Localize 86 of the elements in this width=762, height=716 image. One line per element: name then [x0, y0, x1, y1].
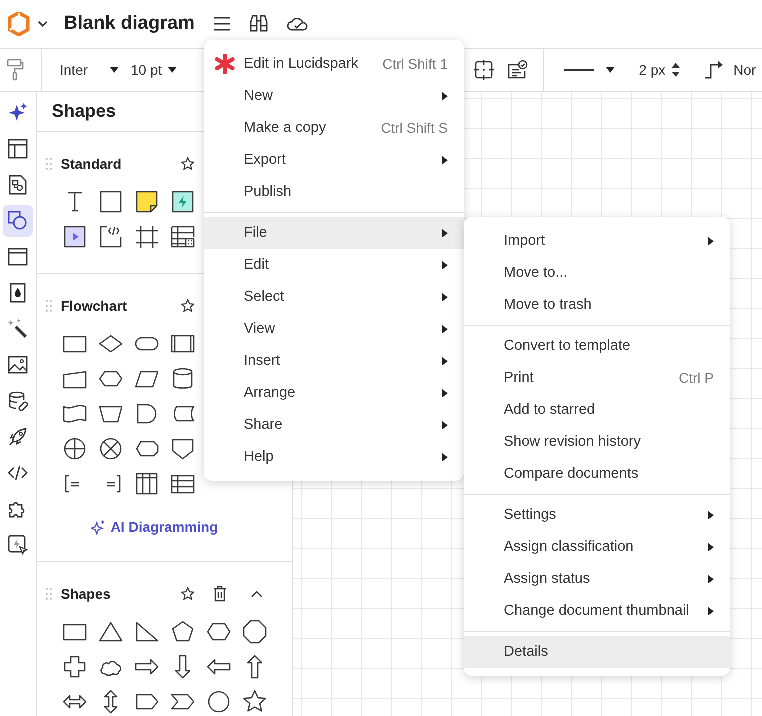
menu-item[interactable]: Publish — [204, 176, 464, 208]
binoculars-icon[interactable] — [248, 14, 269, 34]
star-icon[interactable] — [181, 587, 195, 601]
section-title[interactable]: Standard — [61, 156, 181, 172]
menu-item[interactable]: Move to... — [464, 257, 730, 289]
menu-item[interactable]: Assign status — [464, 563, 730, 595]
database-link-icon — [7, 390, 29, 412]
shapes-tab[interactable] — [3, 205, 33, 237]
logo-icon[interactable] — [8, 12, 30, 36]
ai-diagramming-link[interactable]: AI Diagramming — [37, 515, 292, 539]
menu-item[interactable]: Compare documents — [464, 458, 730, 490]
document-title[interactable]: Blank diagram — [64, 13, 195, 35]
section-title[interactable]: Flowchart — [61, 298, 181, 314]
submenu-arrow-icon — [442, 324, 448, 334]
menu-item[interactable]: Export — [204, 144, 464, 176]
trash-icon[interactable] — [213, 586, 227, 602]
lightning-cursor-icon — [7, 534, 29, 556]
shape-document-icon — [7, 174, 29, 196]
crosshair-box-icon[interactable] — [474, 60, 494, 80]
star-icon[interactable] — [181, 157, 195, 171]
chevron-up-icon[interactable] — [251, 590, 263, 598]
elbow-connector-icon[interactable] — [704, 60, 724, 80]
submenu-arrow-icon — [708, 542, 714, 552]
menu-item[interactable]: Insert — [204, 345, 464, 377]
menu-icon[interactable] — [212, 17, 231, 31]
drag-handle-icon[interactable] — [46, 158, 52, 170]
menu-item[interactable]: Assign classification — [464, 531, 730, 563]
menu-item[interactable]: Make a copy Ctrl Shift S — [204, 112, 464, 144]
rocket-icon — [7, 426, 29, 448]
caret-down-icon[interactable] — [606, 67, 616, 73]
section-title[interactable]: Shapes — [61, 586, 181, 602]
caret-down-icon[interactable] — [110, 67, 120, 73]
submenu-arrow-icon — [708, 236, 714, 246]
submenu-arrow-icon — [708, 606, 714, 616]
font-dropdown[interactable]: Inter — [60, 62, 88, 78]
submenu-arrow-icon — [442, 156, 448, 164]
shapes-icon — [7, 210, 29, 232]
font-size-dropdown[interactable]: 10 pt — [131, 62, 162, 78]
submenu-arrow-icon — [442, 452, 448, 462]
menu-item[interactable]: Details — [464, 636, 730, 668]
menu-item[interactable]: Select — [204, 281, 464, 313]
panel-title: Shapes — [52, 101, 116, 122]
submenu-arrow-icon — [442, 292, 448, 302]
submenu-arrow-icon — [442, 228, 448, 238]
line-type-dropdown[interactable]: Nor — [734, 62, 756, 78]
submenu-arrow-icon — [442, 356, 448, 366]
menu-item[interactable]: Edit in Lucidspark Ctrl Shift 1 — [204, 48, 464, 80]
asterisk-icon — [215, 54, 235, 74]
layout-icon — [7, 138, 29, 160]
submenu-arrow-icon — [708, 510, 714, 520]
magic-wand-icon — [7, 318, 29, 340]
octagon-icon[interactable] — [241, 618, 269, 646]
submenu-arrow-icon — [442, 420, 448, 430]
image-icon — [7, 354, 29, 376]
menu-item[interactable]: Print Ctrl P — [464, 362, 730, 394]
chevron-down-icon[interactable] — [38, 20, 48, 28]
menu-item[interactable]: File — [204, 217, 464, 249]
menu-item[interactable]: Show revision history — [464, 426, 730, 458]
menu-item[interactable]: New — [204, 80, 464, 112]
drag-handle-icon[interactable] — [46, 588, 52, 600]
checklist-icon[interactable] — [508, 60, 528, 80]
menu-item[interactable]: View — [204, 313, 464, 345]
menu-item[interactable]: Share — [204, 409, 464, 441]
submenu-arrow-icon — [442, 92, 448, 100]
sparkle-icon — [90, 520, 106, 534]
stepper-icon[interactable] — [672, 63, 680, 77]
submenu-arrow-icon — [708, 574, 714, 584]
menu-item[interactable]: Move to trash — [464, 289, 730, 321]
caret-down-icon[interactable] — [168, 67, 178, 73]
star-icon[interactable] — [181, 299, 195, 313]
menu-item[interactable]: Import — [464, 225, 730, 257]
menu-item[interactable]: Change document thumbnail — [464, 595, 730, 627]
menu-item[interactable]: Settings — [464, 499, 730, 531]
cloud-check-icon[interactable] — [286, 16, 309, 32]
menu-item[interactable]: Edit — [204, 249, 464, 281]
paint-roller-icon[interactable] — [7, 59, 25, 81]
submenu-arrow-icon — [442, 388, 448, 398]
menu-item[interactable]: Help — [204, 441, 464, 473]
menu-item[interactable]: Add to starred — [464, 394, 730, 426]
submenu-arrow-icon — [442, 260, 448, 270]
line-style-icon[interactable] — [564, 68, 594, 72]
line-width-field[interactable]: 2 px — [639, 62, 666, 78]
menu-item[interactable]: Convert to template — [464, 330, 730, 362]
window-icon — [7, 246, 29, 268]
drag-handle-icon[interactable] — [46, 300, 52, 312]
menu-item[interactable]: Arrange — [204, 377, 464, 409]
